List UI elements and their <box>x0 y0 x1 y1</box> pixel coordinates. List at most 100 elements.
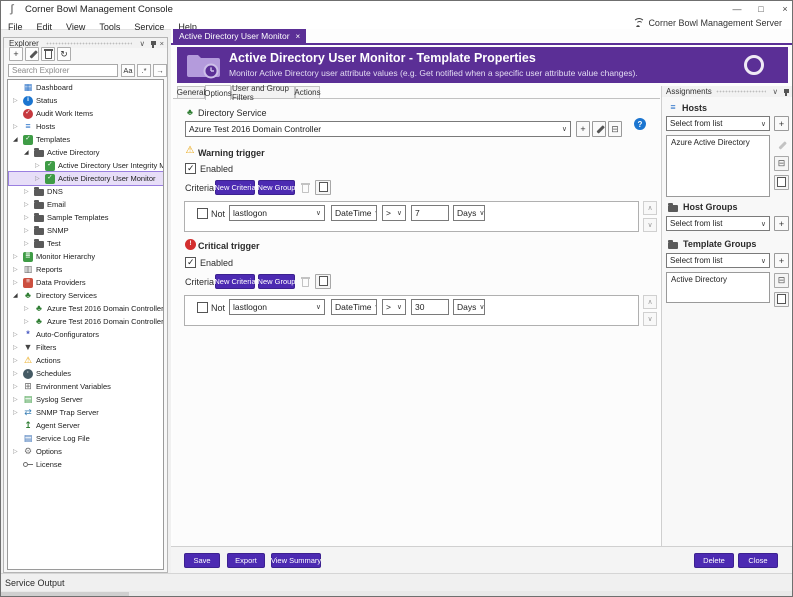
expand-arrow-icon[interactable]: ▷ <box>13 409 18 416</box>
warning-delete-criteria-button[interactable] <box>299 181 312 195</box>
menu-edit[interactable]: Edit <box>30 21 60 34</box>
tab-close-icon[interactable]: × <box>296 32 301 41</box>
list-item-active-directory[interactable]: Active Directory <box>667 273 769 286</box>
hosts-select[interactable]: Select from list <box>666 116 770 131</box>
list-item-azure-active-directory[interactable]: Azure Active Directory <box>667 136 769 149</box>
close-icon[interactable]: × <box>160 39 164 48</box>
expand-arrow-icon[interactable]: ▷ <box>13 383 18 390</box>
search-go-button[interactable]: → <box>153 64 167 77</box>
warning-not-checkbox[interactable] <box>197 208 208 219</box>
tree-item-hosts[interactable]: ▷≡Hosts <box>9 120 163 133</box>
tree-item-audit-work-items[interactable]: ✓Audit Work Items <box>9 107 163 120</box>
tree-item-templates[interactable]: ◢✓Templates <box>9 133 163 146</box>
expand-arrow-icon[interactable]: ▷ <box>13 396 18 403</box>
warning-new-criteria-button[interactable]: New Criteria <box>215 180 255 195</box>
tree-item-active-directory-user-integrity-monitor[interactable]: ▷✓Active Directory User Integrity Monito… <box>9 159 163 172</box>
remove-host-button[interactable]: ⊟ <box>774 156 789 171</box>
save-button[interactable]: Save <box>184 553 220 568</box>
chevron-down-icon[interactable]: ∨ <box>140 39 146 48</box>
add-host-button[interactable]: + <box>774 116 789 131</box>
critical-move-down-button[interactable]: ∨ <box>643 312 657 326</box>
tree-item-data-providers[interactable]: ▷≡Data Providers <box>9 276 163 289</box>
copy-host-button[interactable] <box>774 175 789 190</box>
expand-arrow-icon[interactable]: ▷ <box>35 175 40 182</box>
close-button[interactable]: × <box>773 1 793 17</box>
critical-enabled-checkbox[interactable] <box>185 257 196 268</box>
expand-arrow-icon[interactable]: ▷ <box>13 253 18 260</box>
tree-item-filters[interactable]: ▷▼Filters <box>9 341 163 354</box>
critical-new-group-button[interactable]: New Group <box>258 274 295 289</box>
warning-enabled-checkbox[interactable] <box>185 163 196 174</box>
tree-item-service-log-file[interactable]: ▤Service Log File <box>9 432 163 445</box>
expand-arrow-icon[interactable]: ▷ <box>24 240 29 247</box>
tree-item-license[interactable]: License <box>9 458 163 471</box>
tree-item-reports[interactable]: ▷▥Reports <box>9 263 163 276</box>
tree-item-active-directory[interactable]: ◢Active Directory <box>9 146 163 159</box>
expand-arrow-icon[interactable]: ▷ <box>24 227 29 234</box>
tree-item-dashboard[interactable]: ▦Dashboard <box>9 81 163 94</box>
collapse-arrow-icon[interactable]: ◢ <box>13 136 18 143</box>
regex-button[interactable]: .* <box>137 64 151 77</box>
collapse-arrow-icon[interactable]: ◢ <box>24 149 29 156</box>
pin-icon[interactable] <box>785 89 787 96</box>
expand-arrow-icon[interactable]: ▷ <box>13 448 18 455</box>
expand-arrow-icon[interactable]: ▷ <box>13 344 18 351</box>
edit-directory-service-button[interactable] <box>592 121 606 137</box>
minimize-button[interactable]: — <box>725 1 749 17</box>
menu-file[interactable]: File <box>1 21 30 34</box>
expand-arrow-icon[interactable]: ▷ <box>24 201 29 208</box>
remove-template-group-button[interactable]: ⊟ <box>774 273 789 288</box>
critical-field-select[interactable]: lastlogon <box>229 299 325 315</box>
view-summary-button[interactable]: View Summary <box>271 553 321 568</box>
tab-actions[interactable]: Actions <box>295 86 320 99</box>
collapse-arrow-icon[interactable]: ◢ <box>13 292 18 299</box>
warning-unit-select[interactable]: Days <box>453 205 485 221</box>
drag-handle[interactable] <box>716 90 766 93</box>
tree-item-schedules[interactable]: ▷·Schedules <box>9 367 163 380</box>
tree-item-syslog-server[interactable]: ▷▤Syslog Server <box>9 393 163 406</box>
tree-item-environment-variables[interactable]: ▷⊞Environment Variables <box>9 380 163 393</box>
warning-field-select[interactable]: lastlogon <box>229 205 325 221</box>
match-case-button[interactable]: Aa <box>121 64 135 77</box>
tab-user-and-group-filters[interactable]: User and Group Filters <box>231 86 295 99</box>
maximize-button[interactable]: □ <box>749 1 773 17</box>
expand-arrow-icon[interactable]: ▷ <box>35 162 40 169</box>
directory-service-select[interactable]: Azure Test 2016 Domain Controller <box>185 121 571 137</box>
expand-arrow-icon[interactable]: ▷ <box>24 188 29 195</box>
tab-options[interactable]: Options <box>205 85 231 100</box>
critical-copy-criteria-button[interactable] <box>315 274 331 289</box>
expand-arrow-icon[interactable]: ▷ <box>24 318 29 325</box>
expand-arrow-icon[interactable]: ▷ <box>13 357 18 364</box>
warning-move-down-button[interactable]: ∨ <box>643 218 657 232</box>
scrollbar-thumb[interactable] <box>1 592 129 596</box>
tab-general[interactable]: General <box>177 86 205 99</box>
template-groups-select[interactable]: Select from list <box>666 253 770 268</box>
warning-move-up-button[interactable]: ∧ <box>643 201 657 215</box>
tree-item-monitor-hierarchy[interactable]: ▷≣Monitor Hierarchy <box>9 250 163 263</box>
critical-move-up-button[interactable]: ∧ <box>643 295 657 309</box>
delete-button[interactable]: Delete <box>694 553 734 568</box>
expand-arrow-icon[interactable]: ▷ <box>13 266 18 273</box>
edit-button[interactable] <box>25 47 39 61</box>
expand-arrow-icon[interactable]: ▷ <box>13 370 18 377</box>
tree-item-test[interactable]: ▷Test <box>9 237 163 250</box>
tree-item-options[interactable]: ▷⚙Options <box>9 445 163 458</box>
expand-arrow-icon[interactable]: ▷ <box>13 97 18 104</box>
tree-item-azure-test-2016-domain-controller-ssl[interactable]: ▷♣Azure Test 2016 Domain Controller (SSL… <box>9 315 163 328</box>
tree-item-actions[interactable]: ▷⚠Actions <box>9 354 163 367</box>
help-icon[interactable]: ? <box>634 118 646 130</box>
drag-handle[interactable] <box>46 42 132 45</box>
expand-arrow-icon[interactable]: ▷ <box>24 214 29 221</box>
delete-button[interactable] <box>41 47 55 61</box>
warning-value-input[interactable] <box>411 205 449 221</box>
document-tab[interactable]: Active Directory User Monitor× <box>173 29 306 43</box>
warning-type-select[interactable]: DateTime <box>331 205 377 221</box>
search-input[interactable] <box>8 64 118 77</box>
expand-arrow-icon[interactable]: ▷ <box>24 305 29 312</box>
horizontal-scrollbar[interactable] <box>1 591 793 597</box>
tree-item-active-directory-user-monitor[interactable]: ▷✓Active Directory User Monitor <box>9 172 163 185</box>
tree-item-snmp[interactable]: ▷SNMP <box>9 224 163 237</box>
warning-new-group-button[interactable]: New Group <box>258 180 295 195</box>
refresh-button[interactable]: ↻ <box>57 47 71 61</box>
critical-value-input[interactable] <box>411 299 449 315</box>
